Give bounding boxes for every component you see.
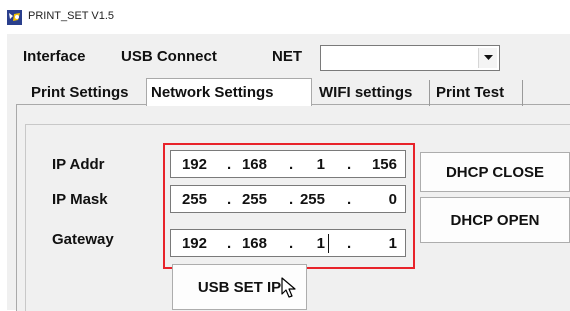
- text-cursor: [328, 234, 329, 253]
- dropdown-button[interactable]: [478, 48, 497, 68]
- net-label: NET: [272, 48, 302, 65]
- gw-octet-3: 1: [316, 235, 325, 252]
- chevron-down-icon: [483, 55, 493, 60]
- net-select[interactable]: [320, 45, 500, 71]
- ip-octet-3: 1: [316, 156, 325, 173]
- octet-separator: .: [347, 235, 352, 252]
- gw-octet-2: 168: [241, 235, 267, 252]
- gw-octet-4: 1: [388, 235, 397, 252]
- ip-mask-label: IP Mask: [52, 191, 108, 208]
- gateway-input[interactable]: 192 . 168 . 1 . 1: [170, 229, 406, 257]
- mask-octet-2: 255: [241, 191, 267, 208]
- ip-addr-input[interactable]: 192 . 168 . 1 . 156: [170, 150, 406, 178]
- mouse-pointer-icon: [281, 277, 296, 298]
- tab-label: WIFI settings: [319, 84, 413, 101]
- mask-octet-3: 255: [299, 191, 325, 208]
- tab-label: Print Settings: [31, 84, 129, 101]
- window-title: PRINT_SET V1.5: [28, 10, 114, 22]
- tab-network-settings[interactable]: Network Settings: [146, 78, 312, 106]
- octet-separator: .: [227, 191, 232, 208]
- dhcp-close-button[interactable]: DHCP CLOSE: [420, 152, 570, 192]
- tab-label: Print Test: [436, 84, 505, 101]
- ip-octet-4: 156: [371, 156, 397, 173]
- ip-octet-2: 168: [241, 156, 267, 173]
- octet-separator: .: [227, 235, 232, 252]
- gw-octet-1: 192: [181, 235, 207, 252]
- octet-separator: .: [347, 156, 352, 173]
- usb-connect-option[interactable]: USB Connect: [121, 48, 217, 65]
- tab-label: Network Settings: [151, 84, 274, 101]
- octet-separator: .: [227, 156, 232, 173]
- ip-mask-input[interactable]: 255 . 255 . 255 . 0: [170, 185, 406, 213]
- gateway-label: Gateway: [52, 231, 114, 248]
- tab-wifi-settings[interactable]: WIFI settings: [316, 80, 430, 106]
- dhcp-open-button[interactable]: DHCP OPEN: [420, 197, 570, 243]
- mask-octet-1: 255: [181, 191, 207, 208]
- title-bar: PRINT_SET V1.5: [0, 0, 570, 34]
- tab-print-test[interactable]: Print Test: [432, 80, 523, 106]
- ip-addr-label: IP Addr: [52, 156, 105, 173]
- octet-separator: .: [347, 191, 352, 208]
- app-icon: [7, 10, 22, 25]
- ip-octet-1: 192: [181, 156, 207, 173]
- interface-label: Interface: [23, 48, 86, 65]
- tab-print-settings[interactable]: Print Settings: [30, 80, 147, 106]
- mask-octet-4: 0: [388, 191, 397, 208]
